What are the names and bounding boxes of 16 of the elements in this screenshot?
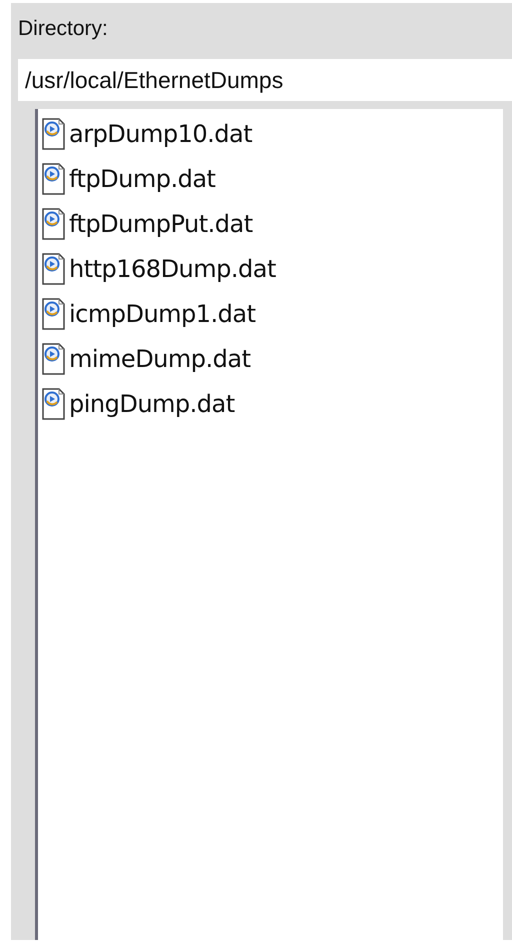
document-icon — [42, 342, 66, 374]
document-icon — [42, 162, 66, 194]
file-name[interactable]: icmpDump1.dat — [69, 300, 256, 328]
file-name[interactable]: http168Dump.dat — [69, 254, 276, 282]
file-name[interactable]: mimeDump.dat — [69, 344, 250, 372]
file-name[interactable]: pingDump.dat — [69, 390, 235, 418]
directory-label: Directory: — [18, 17, 108, 41]
file-name[interactable]: arpDump10.dat — [69, 120, 252, 148]
file-name[interactable]: ftpDump.dat — [69, 164, 216, 192]
document-icon — [42, 118, 66, 150]
directory-path-field[interactable]: /usr/local/EthernetDumps — [18, 59, 512, 101]
document-icon — [42, 298, 66, 330]
document-icon — [42, 208, 66, 240]
document-icon — [42, 388, 66, 420]
file-name[interactable]: ftpDumpPut.dat — [69, 210, 253, 238]
document-icon — [42, 252, 66, 284]
